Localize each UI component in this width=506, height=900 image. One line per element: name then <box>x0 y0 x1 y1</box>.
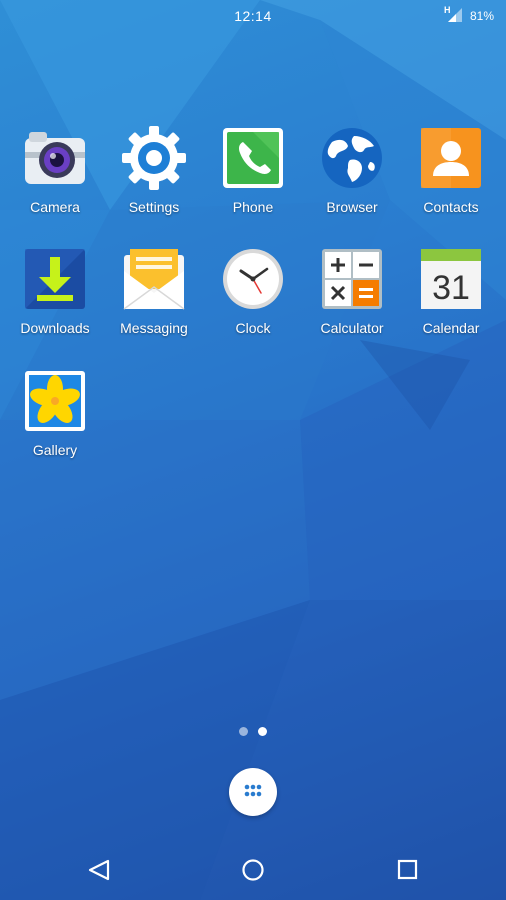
home-button[interactable] <box>223 850 283 890</box>
app-settings[interactable]: Settings <box>104 126 204 236</box>
clock-icon <box>223 249 283 309</box>
app-downloads[interactable]: Downloads <box>5 247 105 357</box>
app-camera[interactable]: Camera <box>5 126 105 236</box>
recents-button[interactable] <box>378 850 438 890</box>
back-button[interactable] <box>68 850 128 890</box>
phone-icon <box>223 128 283 188</box>
home-circle-icon <box>242 859 264 881</box>
apps-grid-icon <box>244 784 262 797</box>
app-calendar[interactable]: 31 Calendar <box>401 247 501 357</box>
camera-icon <box>25 132 85 184</box>
app-phone[interactable]: Phone <box>203 126 303 236</box>
app-contacts[interactable]: Contacts <box>401 126 501 236</box>
app-calculator[interactable]: Calculator <box>302 247 402 357</box>
globe-icon <box>322 128 382 188</box>
page-indicator <box>0 727 506 739</box>
app-label: Gallery <box>32 442 78 458</box>
download-arrow-icon <box>25 249 85 309</box>
navigation-bar <box>0 840 506 900</box>
envelope-icon <box>123 249 185 310</box>
page-dot-2-active[interactable] <box>258 727 267 736</box>
recents-square-icon <box>397 859 418 880</box>
app-drawer-button[interactable] <box>229 768 277 816</box>
settings-gear-icon <box>122 126 186 190</box>
calendar-icon: 31 <box>421 249 481 309</box>
app-label: Contacts <box>423 199 479 215</box>
app-browser[interactable]: Browser <box>302 126 402 236</box>
app-gallery[interactable]: Gallery <box>5 369 105 479</box>
battery-percentage: 81% <box>470 9 495 23</box>
calculator-icon <box>322 249 382 309</box>
status-time: 12:14 <box>234 8 272 24</box>
app-clock[interactable]: Clock <box>203 247 303 357</box>
app-label: Calendar <box>422 320 480 336</box>
gallery-flower-icon <box>25 371 85 431</box>
app-messaging[interactable]: Messaging <box>104 247 204 357</box>
status-bar: 12:14 H 81% <box>0 0 506 32</box>
contacts-person-icon <box>421 128 481 188</box>
signal-strength-icon <box>448 8 462 22</box>
page-dot-1[interactable] <box>239 727 248 736</box>
back-triangle-icon <box>88 859 110 881</box>
calendar-date-number: 31 <box>432 269 470 307</box>
